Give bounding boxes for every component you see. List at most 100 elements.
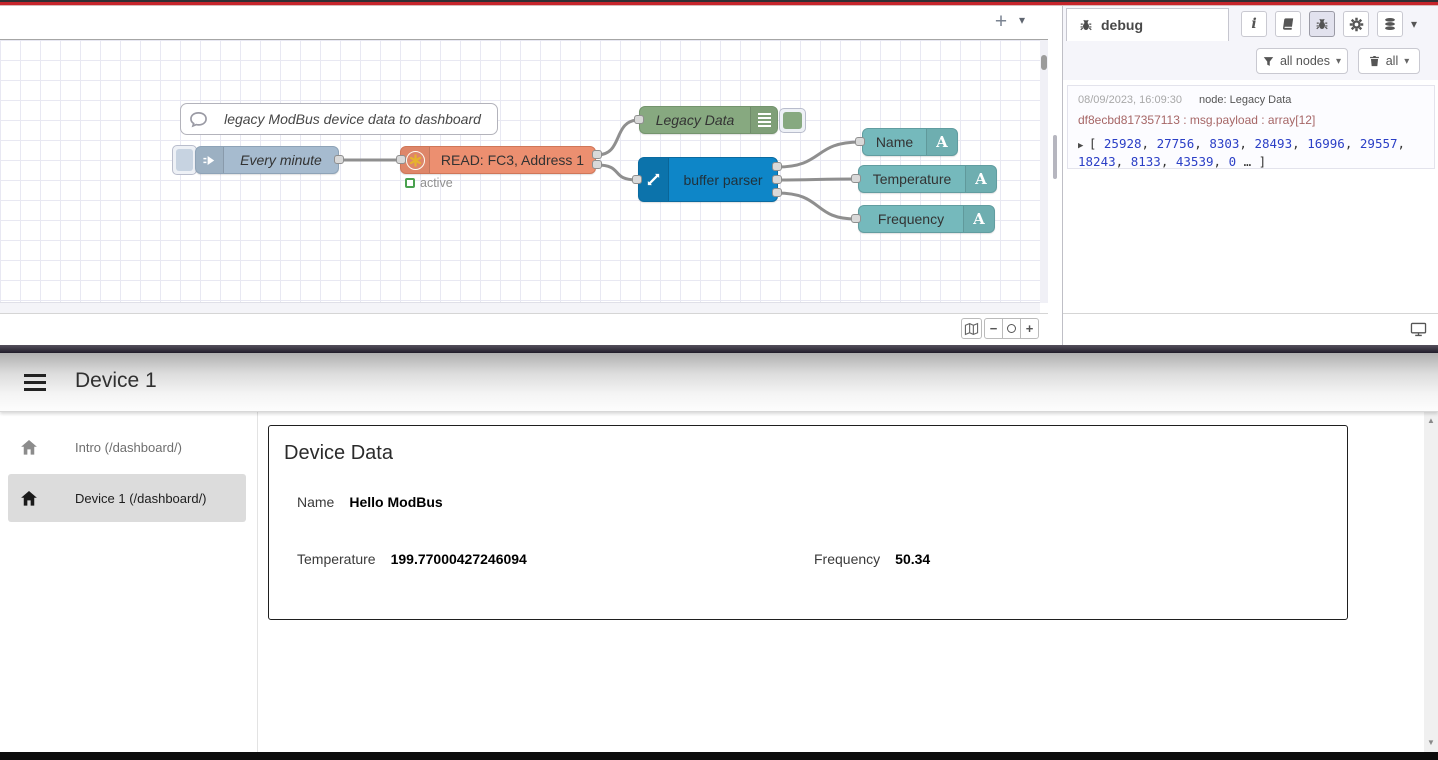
context-tab-button[interactable] xyxy=(1377,11,1403,37)
port[interactable] xyxy=(772,162,782,171)
bottom-window-edge xyxy=(0,752,1438,760)
nav-item-intro[interactable]: Intro (/dashboard/) xyxy=(8,427,246,467)
ui-name-label: Name xyxy=(863,134,926,150)
comment-node[interactable]: legacy ModBus device data to dashboard xyxy=(180,103,498,135)
add-flow-button[interactable]: + xyxy=(988,8,1014,36)
device-data-card: Device Data Name Hello ModBus Temperatur… xyxy=(268,425,1348,620)
dashboard-body: Intro (/dashboard/) Device 1 (/dashboard… xyxy=(0,412,1438,752)
nav-item-label: Intro (/dashboard/) xyxy=(75,440,182,455)
splitter-grip[interactable] xyxy=(1053,135,1057,179)
debug-sidebar: debug i ▾ all nodes ▾ xyxy=(1062,6,1438,345)
port[interactable] xyxy=(855,137,865,146)
ui-text-node-frequency[interactable]: Frequency A xyxy=(858,205,995,233)
scroll-down-arrow[interactable]: ▼ xyxy=(1424,736,1438,750)
debug-node[interactable]: Legacy Data xyxy=(639,106,778,134)
dashboard-page-title: Device 1 xyxy=(75,369,157,393)
field-row: Temperature 199.77000427246094 Frequency… xyxy=(297,551,1319,567)
debug-clear-label: all xyxy=(1386,54,1399,68)
payload-line-1: ▶ [ 25928, 27756, 8303, 28493, 16996, 29… xyxy=(1078,135,1424,153)
debug-timestamp: 08/09/2023, 16:09:30 xyxy=(1078,94,1182,106)
dashboard-header: Device 1 xyxy=(0,353,1438,412)
debug-payload[interactable]: ▶ [ 25928, 27756, 8303, 28493, 16996, 29… xyxy=(1078,135,1424,171)
port[interactable] xyxy=(634,115,644,124)
ui-frequency-label: Frequency xyxy=(859,211,963,227)
debug-filter-label: all nodes xyxy=(1280,54,1330,68)
status-text: active xyxy=(420,176,453,190)
scroll-up-arrow[interactable]: ▲ xyxy=(1424,414,1438,428)
buffer-parser-node[interactable]: buffer parser xyxy=(638,157,778,202)
flow-list-chevron-icon[interactable]: ▾ xyxy=(1019,13,1025,27)
field-frequency: Frequency 50.34 xyxy=(814,551,930,567)
nav-item-device-1[interactable]: Device 1 (/dashboard/) xyxy=(8,474,246,522)
zoom-controls: − + xyxy=(985,318,1039,339)
port[interactable] xyxy=(334,155,344,164)
debug-message-list[interactable]: 08/09/2023, 16:09:30 node: Legacy Data d… xyxy=(1063,80,1438,313)
text-widget-icon: A xyxy=(926,129,957,155)
help-tab-button[interactable] xyxy=(1275,11,1301,37)
port[interactable] xyxy=(772,188,782,197)
modbus-read-node[interactable]: READ: FC3, Address 1 xyxy=(400,146,596,174)
tab-debug[interactable]: debug xyxy=(1066,8,1229,41)
field-value: Hello ModBus xyxy=(349,494,442,510)
inject-trigger-button[interactable] xyxy=(172,145,197,175)
bug-icon xyxy=(1315,17,1329,31)
port[interactable] xyxy=(772,175,782,184)
port[interactable] xyxy=(592,160,602,169)
database-icon xyxy=(1383,17,1397,31)
node-red-editor-window: + ▾ legacy ModBus device data to dashboa… xyxy=(0,6,1438,345)
book-icon xyxy=(1280,17,1296,31)
field-label: Frequency xyxy=(814,551,880,567)
comment-label: legacy ModBus device data to dashboard xyxy=(208,111,497,127)
modbus-read-label: READ: FC3, Address 1 xyxy=(430,152,595,168)
debug-message[interactable]: 08/09/2023, 16:09:30 node: Legacy Data d… xyxy=(1067,85,1435,169)
buffer-parser-label: buffer parser xyxy=(669,172,777,188)
port[interactable] xyxy=(592,150,602,159)
port[interactable] xyxy=(396,155,406,164)
card-title: Device Data xyxy=(284,442,393,465)
zoom-reset-button[interactable] xyxy=(1002,318,1021,339)
navigator-map-button[interactable] xyxy=(961,318,982,339)
zoom-in-button[interactable]: + xyxy=(1020,318,1039,339)
debug-filter-button[interactable]: all nodes ▾ xyxy=(1256,48,1348,74)
debug-clear-button[interactable]: all ▾ xyxy=(1358,48,1420,74)
open-in-window-button[interactable] xyxy=(1407,319,1429,339)
debug-source-node: node: Legacy Data xyxy=(1199,94,1291,106)
config-tab-button[interactable] xyxy=(1343,11,1369,37)
dashboard-nav-drawer: Intro (/dashboard/) Device 1 (/dashboard… xyxy=(0,412,258,752)
field-label: Name xyxy=(297,494,334,510)
ui-text-node-name[interactable]: Name A xyxy=(862,128,958,156)
inject-node[interactable]: Every minute xyxy=(195,146,339,174)
gear-icon xyxy=(1349,17,1364,32)
field-value: 199.77000427246094 xyxy=(391,551,527,567)
tab-debug-label: debug xyxy=(1101,17,1143,33)
sidebar-menu-chevron-icon[interactable]: ▾ xyxy=(1411,17,1417,31)
debug-node-label: Legacy Data xyxy=(640,112,750,128)
zoom-out-button[interactable]: − xyxy=(984,318,1003,339)
debug-enable-toggle[interactable] xyxy=(779,108,806,133)
inject-node-label: Every minute xyxy=(224,152,338,168)
monitor-icon xyxy=(1410,322,1427,337)
debug-tab-button[interactable] xyxy=(1309,11,1335,37)
canvas-vertical-scrollbar[interactable] xyxy=(1040,40,1048,303)
field-name: Name Hello ModBus xyxy=(297,494,443,510)
ui-temperature-label: Temperature xyxy=(859,171,965,187)
sidebar-splitter[interactable] xyxy=(1048,6,1062,345)
ui-text-node-temperature[interactable]: Temperature A xyxy=(858,165,997,193)
field-value: 50.34 xyxy=(895,551,930,567)
info-tab-button[interactable]: i xyxy=(1241,11,1267,37)
canvas-horizontal-scrollbar[interactable] xyxy=(0,303,1040,313)
scrollbar-thumb[interactable] xyxy=(1041,55,1047,70)
menu-hamburger-icon[interactable] xyxy=(24,374,46,391)
port[interactable] xyxy=(851,214,861,223)
port[interactable] xyxy=(632,175,642,184)
trash-icon xyxy=(1369,55,1380,67)
debug-list-icon xyxy=(750,107,777,133)
map-icon xyxy=(964,322,979,336)
window-divider xyxy=(0,345,1438,353)
node-status: active xyxy=(405,176,453,190)
dashboard-scrollbar[interactable]: ▲ ▼ xyxy=(1424,412,1438,752)
screen: + ▾ legacy ModBus device data to dashboa… xyxy=(0,0,1438,760)
port[interactable] xyxy=(851,174,861,183)
payload-line-2: 18243, 8133, 43539, 0 … ] xyxy=(1078,153,1424,171)
nav-item-label: Device 1 (/dashboard/) xyxy=(75,491,207,506)
